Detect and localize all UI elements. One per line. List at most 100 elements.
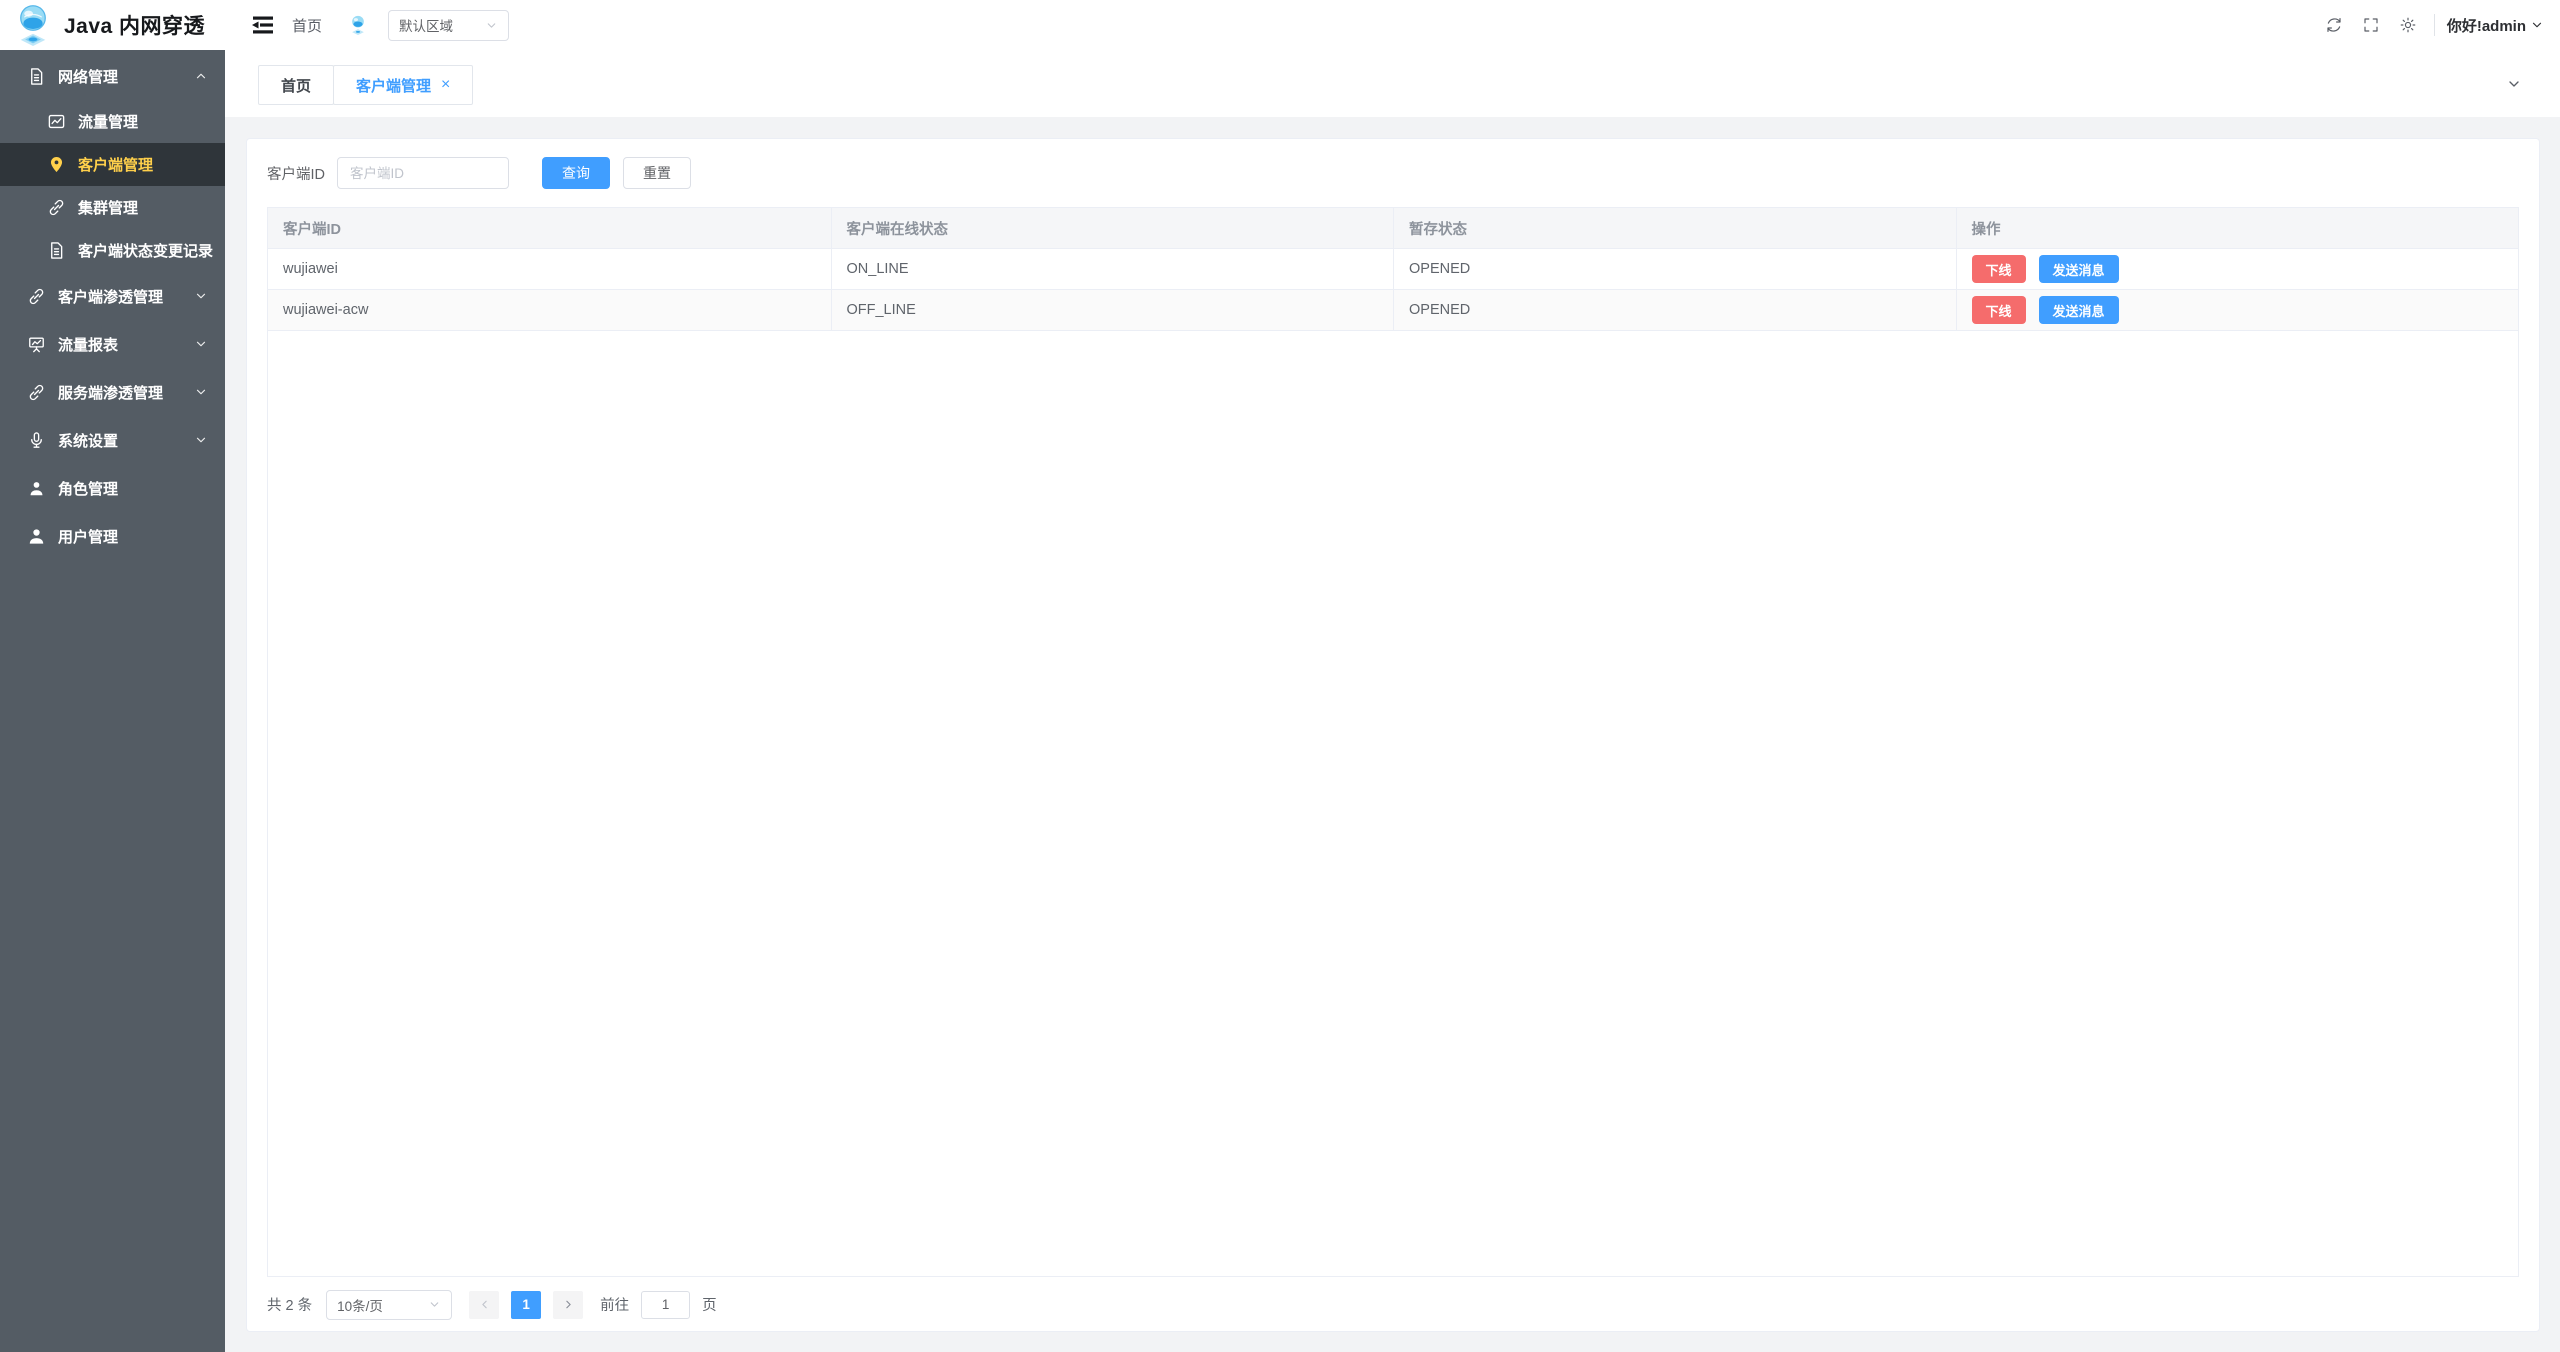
- column-header: 暂存状态: [1393, 208, 1956, 248]
- tab-label: 客户端管理: [356, 75, 431, 96]
- app-title: Java 内网穿透: [64, 10, 205, 40]
- goto-label: 前往: [600, 1294, 629, 1315]
- chevron-down-icon: [194, 433, 208, 447]
- sidebar-item-label: 系统设置: [58, 430, 118, 451]
- table-header-row: 客户端ID 客户端在线状态 暂存状态 操作: [268, 208, 2518, 248]
- main-content: 客户端ID 查询 重置 客户端ID 客户端在线状态 暂存状态 操作 wujiaw…: [225, 117, 2560, 1352]
- refresh-icon[interactable]: [2324, 15, 2344, 35]
- clients-table: 客户端ID 客户端在线状态 暂存状态 操作 wujiawei ON_LINE O…: [267, 207, 2519, 1277]
- link-icon: [47, 198, 66, 217]
- send-message-button[interactable]: 发送消息: [2039, 296, 2119, 324]
- sidebar-item-cluster-management[interactable]: 集群管理: [0, 186, 225, 229]
- pin-icon: [47, 155, 66, 174]
- column-header: 客户端ID: [268, 208, 831, 248]
- offline-button[interactable]: 下线: [1972, 296, 2026, 324]
- region-select[interactable]: 默认区域: [388, 10, 509, 41]
- close-icon[interactable]: ×: [441, 77, 450, 93]
- tab-label: 首页: [281, 75, 311, 96]
- actions-cell: 下线 发送消息: [1956, 290, 2519, 330]
- chevron-down-icon: [194, 385, 208, 399]
- sidebar-item-label: 客户端渗透管理: [58, 286, 163, 307]
- link-icon: [27, 383, 46, 402]
- online-status-cell: OFF_LINE: [831, 290, 1394, 330]
- sidebar-item-user-management[interactable]: 用户管理: [0, 512, 225, 560]
- sidebar-item-system-settings[interactable]: 系统设置: [0, 416, 225, 464]
- page-unit-label: 页: [702, 1294, 717, 1315]
- client-id-cell: wujiawei: [268, 249, 831, 289]
- table-empty-area: [268, 330, 2518, 1276]
- goto-page-input[interactable]: [641, 1291, 690, 1319]
- app-screen: Java 内网穿透 网络管理 流量管理: [0, 0, 2560, 1352]
- header-right: 你好!admin: [2307, 14, 2560, 36]
- content-card: 客户端ID 查询 重置 客户端ID 客户端在线状态 暂存状态 操作 wujiaw…: [246, 138, 2540, 1332]
- sidebar-collapse-icon[interactable]: [250, 12, 276, 38]
- sidebar-item-label: 流量管理: [78, 111, 138, 132]
- stash-status-cell: OPENED: [1393, 249, 1956, 289]
- sidebar-item-client-penetration[interactable]: 客户端渗透管理: [0, 272, 225, 320]
- tabs: 首页 客户端管理 ×: [258, 65, 473, 105]
- client-id-cell: wujiawei-acw: [268, 290, 831, 330]
- search-form: 客户端ID 查询 重置: [267, 157, 2519, 189]
- chevron-up-icon: [194, 69, 208, 83]
- sidebar-item-client-management[interactable]: 客户端管理: [0, 143, 225, 186]
- chevron-down-icon: [2530, 18, 2544, 32]
- sidebar-item-label: 客户端状态变更记录: [78, 240, 213, 261]
- column-header: 客户端在线状态: [831, 208, 1394, 248]
- tab-home[interactable]: 首页: [258, 65, 334, 105]
- stash-status-cell: OPENED: [1393, 290, 1956, 330]
- sidebar-item-client-status-log[interactable]: 客户端状态变更记录: [0, 229, 225, 272]
- header-divider: [2434, 14, 2435, 36]
- sidebar-item-label: 客户端管理: [78, 154, 153, 175]
- query-button[interactable]: 查询: [542, 157, 610, 189]
- app-logo-icon: [12, 4, 54, 46]
- tab-bar: 首页 客户端管理 ×: [225, 50, 2560, 117]
- sidebar-item-label: 角色管理: [58, 478, 118, 499]
- online-status-cell: ON_LINE: [831, 249, 1394, 289]
- page-size-select[interactable]: 10条/页: [326, 1290, 452, 1320]
- sidebar-menu: 网络管理 流量管理 客户端管理: [0, 50, 225, 560]
- chevron-down-icon: [194, 289, 208, 303]
- chevron-down-icon: [428, 1298, 441, 1311]
- search-field-label: 客户端ID: [267, 163, 325, 184]
- mic-icon: [27, 431, 46, 450]
- column-header: 操作: [1956, 208, 2519, 248]
- sidebar-item-label: 网络管理: [58, 66, 118, 87]
- send-message-button[interactable]: 发送消息: [2039, 255, 2119, 283]
- reset-button[interactable]: 重置: [623, 157, 691, 189]
- actions-cell: 下线 发送消息: [1956, 249, 2519, 289]
- page-size-value: 10条/页: [337, 1295, 428, 1315]
- sidebar-item-label: 服务端渗透管理: [58, 382, 163, 403]
- link-icon: [27, 287, 46, 306]
- chevron-right-icon: [562, 1298, 575, 1311]
- sidebar-item-traffic-management[interactable]: 流量管理: [0, 100, 225, 143]
- sidebar: Java 内网穿透 网络管理 流量管理: [0, 0, 225, 1352]
- sidebar-item-server-penetration[interactable]: 服务端渗透管理: [0, 368, 225, 416]
- sidebar-item-network-management[interactable]: 网络管理: [0, 52, 225, 100]
- logo-bar: Java 内网穿透: [0, 0, 225, 50]
- pagination: 共 2 条 10条/页 1 前往 页: [267, 1277, 2519, 1332]
- greeting-label: 你好!admin: [2447, 15, 2526, 36]
- sidebar-item-traffic-report[interactable]: 流量报表: [0, 320, 225, 368]
- theme-settings-icon[interactable]: [2398, 15, 2418, 35]
- user-menu[interactable]: 你好!admin: [2447, 15, 2544, 36]
- table-row: wujiawei-acw OFF_LINE OPENED 下线 发送消息: [268, 289, 2518, 330]
- board-icon: [27, 335, 46, 354]
- chart-icon: [47, 112, 66, 131]
- document-icon: [27, 67, 46, 86]
- prev-page-button[interactable]: [469, 1291, 499, 1319]
- chevron-left-icon: [478, 1298, 491, 1311]
- tab-options-chevron-icon[interactable]: [2506, 76, 2522, 92]
- tab-client-management[interactable]: 客户端管理 ×: [333, 65, 473, 105]
- user-icon: [27, 479, 46, 498]
- page-number-button[interactable]: 1: [511, 1291, 541, 1319]
- sidebar-item-role-management[interactable]: 角色管理: [0, 464, 225, 512]
- user-solid-icon: [27, 527, 46, 546]
- document-icon: [47, 241, 66, 260]
- client-id-input[interactable]: [337, 157, 509, 189]
- offline-button[interactable]: 下线: [1972, 255, 2026, 283]
- total-count-label: 共 2 条: [267, 1294, 312, 1315]
- fullscreen-icon[interactable]: [2361, 15, 2381, 35]
- breadcrumb[interactable]: 首页: [292, 15, 322, 36]
- next-page-button[interactable]: [553, 1291, 583, 1319]
- mini-logo-icon: [348, 15, 368, 35]
